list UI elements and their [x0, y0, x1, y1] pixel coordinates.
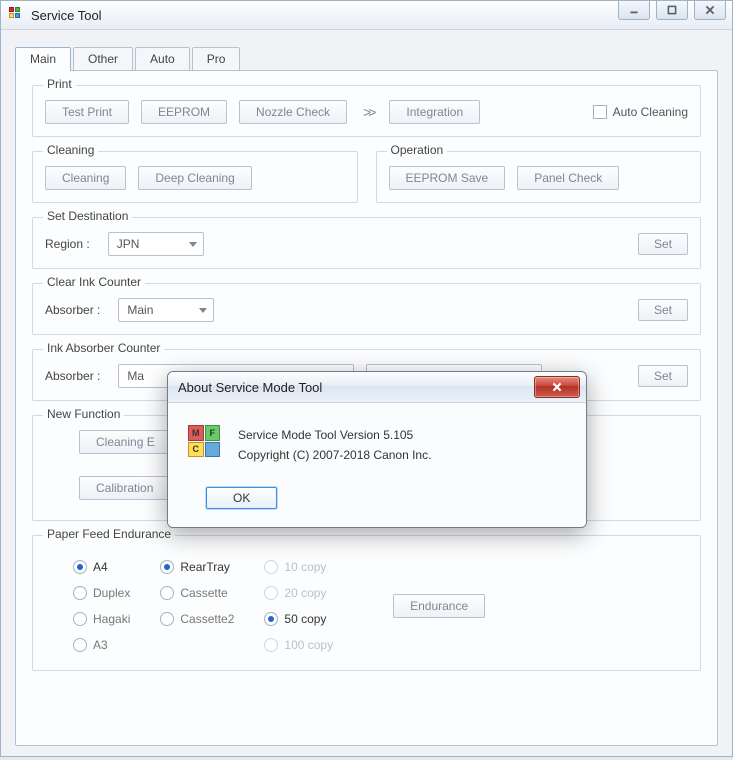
group-set-destination: Set Destination Region : JPN Set [32, 217, 701, 269]
group-clear-ink: Clear Ink Counter Absorber : Main Set [32, 283, 701, 335]
panel-check-button[interactable]: Panel Check [517, 166, 619, 190]
window-title: Service Tool [31, 8, 102, 23]
dialog-text: Service Mode Tool Version 5.105 Copyrigh… [238, 425, 431, 465]
app-window: Service Tool Main Other Auto Pro Print T… [0, 0, 733, 757]
feed-col-size: A4 Duplex Hagaki A3 [73, 554, 130, 658]
clearink-set-button[interactable]: Set [638, 299, 688, 321]
calibration-button[interactable]: Calibration [79, 476, 170, 500]
eeprom-button[interactable]: EEPROM [141, 100, 227, 124]
absorber-value-1: Main [127, 303, 153, 317]
chevron-down-icon [189, 242, 197, 247]
group-cleaning: Cleaning Cleaning Deep Cleaning [32, 151, 358, 203]
tab-auto[interactable]: Auto [135, 47, 190, 70]
test-print-button[interactable]: Test Print [45, 100, 129, 124]
group-operation: Operation EEPROM Save Panel Check [376, 151, 702, 203]
dialog-ok-button[interactable]: OK [206, 487, 277, 509]
feed-col-copy: 10 copy 20 copy 50 copy 100 copy [264, 554, 333, 658]
dialog-title: About Service Mode Tool [178, 380, 322, 395]
app-icon [9, 7, 25, 23]
radio-a3[interactable]: A3 [73, 638, 130, 652]
maximize-button[interactable] [656, 1, 688, 20]
absorber-dropdown-1[interactable]: Main [118, 298, 214, 322]
group-operation-legend: Operation [387, 143, 448, 157]
radio-20copy[interactable]: 20 copy [264, 586, 333, 600]
group-newfunc-legend: New Function [43, 407, 124, 421]
inkabs-set-button[interactable]: Set [638, 365, 688, 387]
dialog-close-button[interactable] [534, 376, 580, 398]
window-controls [618, 1, 726, 20]
arrows-icon: >> [359, 104, 377, 120]
tab-main[interactable]: Main [15, 47, 71, 71]
group-feed-legend: Paper Feed Endurance [43, 527, 175, 541]
tab-pro[interactable]: Pro [192, 47, 241, 70]
radio-hagaki[interactable]: Hagaki [73, 612, 130, 626]
auto-cleaning-checkbox[interactable]: Auto Cleaning [593, 105, 688, 119]
close-button[interactable] [694, 1, 726, 20]
radio-reartray[interactable]: RearTray [160, 560, 234, 574]
region-dropdown[interactable]: JPN [108, 232, 204, 256]
radio-10copy[interactable]: 10 copy [264, 560, 333, 574]
integration-button[interactable]: Integration [389, 100, 480, 124]
tab-other[interactable]: Other [73, 47, 133, 70]
endurance-button[interactable]: Endurance [393, 594, 485, 618]
feed-col-tray: RearTray Cassette Cassette2 [160, 554, 234, 658]
auto-cleaning-label: Auto Cleaning [613, 105, 688, 119]
nozzle-check-button[interactable]: Nozzle Check [239, 100, 347, 124]
radio-duplex[interactable]: Duplex [73, 586, 130, 600]
absorber-value-2: Ma [127, 369, 144, 383]
dialog-body: M F C Service Mode Tool Version 5.105 Co… [168, 403, 586, 527]
eeprom-save-button[interactable]: EEPROM Save [389, 166, 506, 190]
region-value: JPN [117, 237, 140, 251]
checkbox-box-icon [593, 105, 607, 119]
minimize-button[interactable] [618, 1, 650, 20]
cleaning-e-button[interactable]: Cleaning E [79, 430, 172, 454]
deep-cleaning-button[interactable]: Deep Cleaning [138, 166, 251, 190]
chevron-down-icon [199, 308, 207, 313]
group-print-legend: Print [43, 77, 76, 91]
dialog-line2: Copyright (C) 2007-2018 Canon Inc. [238, 445, 431, 465]
region-label: Region : [45, 237, 90, 251]
mfc-icon: M F C [188, 425, 220, 457]
group-dest-legend: Set Destination [43, 209, 132, 223]
group-cleaning-legend: Cleaning [43, 143, 98, 157]
title-bar: Service Tool [1, 1, 732, 30]
about-dialog: About Service Mode Tool M F C Service Mo… [167, 371, 587, 528]
cleaning-button[interactable]: Cleaning [45, 166, 126, 190]
group-paper-feed: Paper Feed Endurance A4 Duplex Hagaki A3… [32, 535, 701, 671]
radio-100copy[interactable]: 100 copy [264, 638, 333, 652]
dest-set-button[interactable]: Set [638, 233, 688, 255]
tab-strip: Main Other Auto Pro [15, 46, 718, 70]
group-print: Print Test Print EEPROM Nozzle Check >> … [32, 85, 701, 137]
radio-a4[interactable]: A4 [73, 560, 130, 574]
dialog-title-bar: About Service Mode Tool [168, 372, 586, 403]
group-clearink-legend: Clear Ink Counter [43, 275, 145, 289]
dialog-line1: Service Mode Tool Version 5.105 [238, 425, 431, 445]
radio-50copy[interactable]: 50 copy [264, 612, 333, 626]
radio-cassette2[interactable]: Cassette2 [160, 612, 234, 626]
absorber-label-2: Absorber : [45, 369, 100, 383]
group-inkabs-legend: Ink Absorber Counter [43, 341, 164, 355]
radio-cassette[interactable]: Cassette [160, 586, 234, 600]
absorber-label-1: Absorber : [45, 303, 100, 317]
